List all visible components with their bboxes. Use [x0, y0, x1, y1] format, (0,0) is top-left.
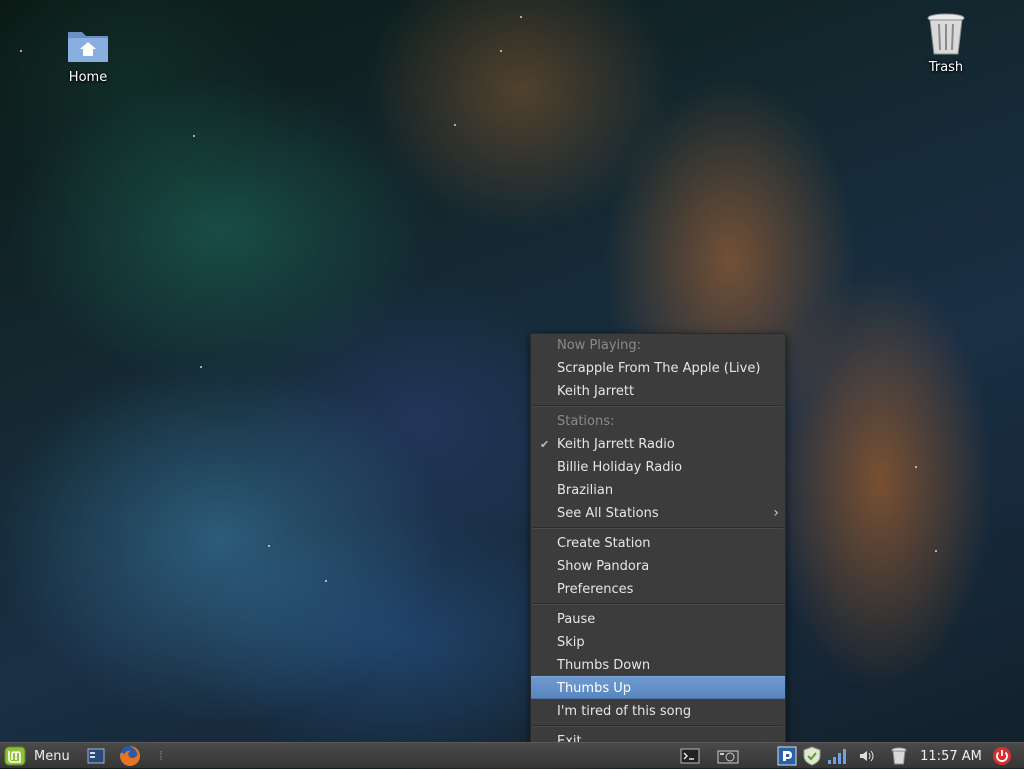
star	[454, 124, 456, 126]
trash-tray[interactable]	[888, 743, 910, 769]
menu-item-skip[interactable]: Skip	[531, 631, 785, 654]
desktop-icon-home[interactable]: Home	[48, 26, 128, 85]
network-signal-icon	[828, 749, 846, 764]
power-button[interactable]	[990, 743, 1014, 769]
panel-separator-handle: ⁞	[158, 748, 164, 764]
menu-label: Menu	[34, 748, 70, 764]
menu-button[interactable]: Menu	[4, 743, 76, 769]
menu-separator	[533, 527, 783, 529]
star	[325, 580, 327, 582]
menu-item-artist[interactable]: Keith Jarrett	[531, 380, 785, 403]
network-tray[interactable]	[826, 743, 848, 769]
firefox-launcher[interactable]	[116, 743, 144, 769]
screenshot-icon	[717, 750, 739, 764]
menu-item-station-billie-holiday[interactable]: Billie Holiday Radio	[531, 456, 785, 479]
menu-item-pause[interactable]: Pause	[531, 608, 785, 631]
submenu-arrow-icon: ›	[773, 505, 779, 521]
star	[200, 366, 202, 368]
menu-item-create-station[interactable]: Create Station	[531, 532, 785, 555]
menu-item-song-title[interactable]: Scrapple From The Apple (Live)	[531, 357, 785, 380]
stations-header: Stations:	[557, 414, 615, 429]
volume-tray[interactable]	[856, 743, 878, 769]
pandora-tray-menu: Now Playing: Scrapple From The Apple (Li…	[530, 333, 786, 751]
menu-item-preferences[interactable]: Preferences	[531, 578, 785, 601]
now-playing-header: Now Playing:	[557, 338, 642, 353]
desktop-icon-label: Trash	[928, 60, 964, 75]
menu-separator	[533, 603, 783, 605]
update-manager-tray[interactable]	[801, 743, 823, 769]
menu-item-show-pandora[interactable]: Show Pandora	[531, 555, 785, 578]
screenshot-launcher[interactable]	[714, 743, 742, 769]
menu-item-see-all-stations[interactable]: See All Stations ›	[531, 502, 785, 525]
station-label: Billie Holiday Radio	[557, 460, 683, 475]
checkmark-icon: ✔	[540, 438, 550, 451]
volume-icon	[860, 750, 874, 762]
bottom-panel: Menu ⁞ 11:57 AM	[0, 742, 1024, 768]
menu-item-station-keith-jarrett[interactable]: ✔ Keith Jarrett Radio	[531, 433, 785, 456]
mint-logo-icon	[4, 746, 26, 766]
home-folder-icon	[68, 32, 108, 62]
star	[20, 50, 22, 52]
menu-item-label: See All Stations	[557, 506, 659, 521]
pandora-icon	[777, 746, 797, 766]
show-desktop-launcher[interactable]	[84, 743, 108, 769]
star	[520, 16, 522, 18]
star	[935, 550, 937, 552]
trash-icon	[927, 13, 965, 55]
pandora-tray-icon[interactable]	[776, 743, 798, 769]
station-label: Keith Jarrett Radio	[557, 437, 675, 452]
desktop-icon-label: Home	[68, 70, 108, 85]
clock[interactable]: 11:57 AM	[916, 743, 986, 769]
star	[500, 50, 502, 52]
station-label: Brazilian	[557, 483, 614, 498]
star	[268, 545, 270, 547]
firefox-icon	[120, 745, 141, 766]
trash-icon	[891, 747, 907, 765]
terminal-icon	[680, 748, 700, 764]
desktop-icon-trash[interactable]: Trash	[906, 12, 986, 75]
menu-item-thumbs-up[interactable]: Thumbs Up	[531, 676, 785, 699]
star	[915, 466, 917, 468]
menu-separator	[533, 405, 783, 407]
star	[193, 135, 195, 137]
menu-item-tired-of-song[interactable]: I'm tired of this song	[531, 700, 785, 723]
menu-separator	[533, 725, 783, 727]
menu-item-thumbs-down[interactable]: Thumbs Down	[531, 654, 785, 677]
terminal-launcher[interactable]	[678, 743, 702, 769]
menu-item-station-brazilian[interactable]: Brazilian	[531, 479, 785, 502]
shield-icon	[803, 746, 821, 766]
power-icon	[993, 747, 1011, 765]
show-desktop-icon	[87, 748, 105, 764]
